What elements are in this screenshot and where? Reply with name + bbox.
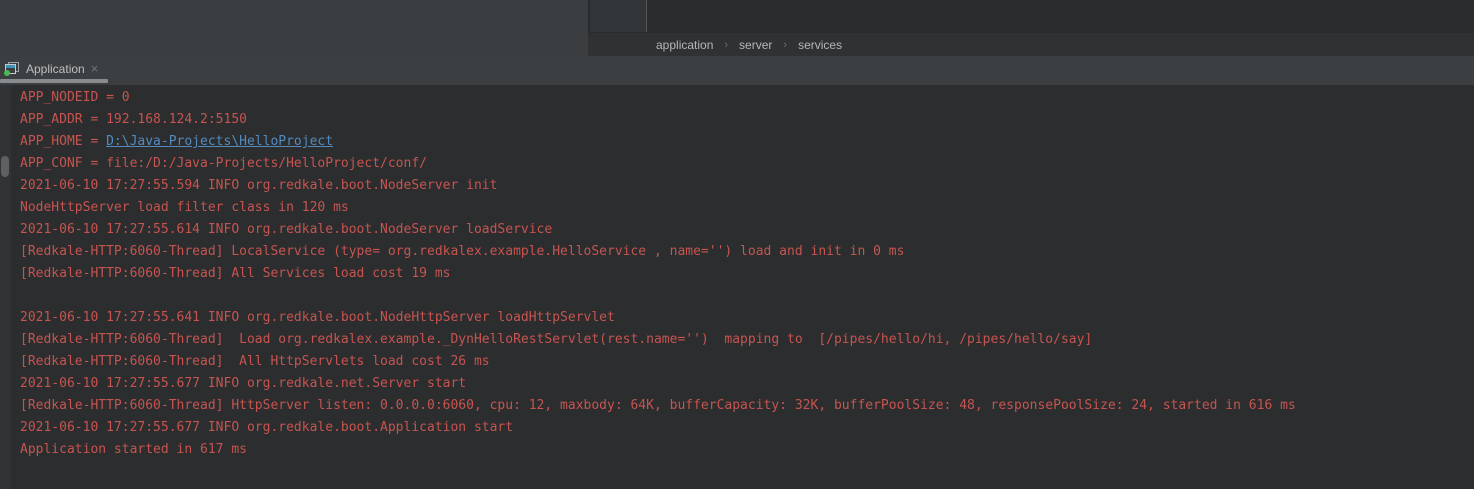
- left-scrollbar-thumb[interactable]: [1, 156, 9, 177]
- breadcrumb-item-server[interactable]: server: [739, 38, 772, 52]
- tab-label: Application: [26, 62, 85, 76]
- app-home-link[interactable]: D:\Java-Projects\HelloProject: [106, 134, 333, 149]
- console-tab-bar: Application ×: [0, 56, 1474, 85]
- console-line: APP_CONF = file:/D:/Java-Projects/HelloP…: [20, 153, 1474, 175]
- console-line: [Redkale-HTTP:6060-Thread] All HttpServl…: [20, 351, 1474, 373]
- breadcrumb: application › server › services: [588, 32, 1474, 56]
- console-line: [Redkale-HTTP:6060-Thread] All Services …: [20, 263, 1474, 285]
- tab-application[interactable]: Application ×: [0, 56, 108, 85]
- console-line: Application started in 617 ms: [20, 439, 1474, 461]
- console-log: APP_NODEID = 0APP_ADDR = 192.168.124.2:5…: [20, 87, 1474, 461]
- console-line: APP_NODEID = 0: [20, 87, 1474, 109]
- console-line-prefix: APP_HOME =: [20, 134, 106, 149]
- console-line: 2021-06-10 17:27:55.677 INFO org.redkale…: [20, 373, 1474, 395]
- console-gutter: [0, 85, 11, 489]
- editor-gutter-corner: [590, 0, 647, 32]
- console-line: APP_ADDR = 192.168.124.2:5150: [20, 109, 1474, 131]
- editor-top-area: application › server › services: [588, 0, 1474, 56]
- console-line: [Redkale-HTTP:6060-Thread] HttpServer li…: [20, 395, 1474, 417]
- console-line: NodeHttpServer load filter class in 120 …: [20, 197, 1474, 219]
- breadcrumb-item-services[interactable]: services: [798, 38, 842, 52]
- console-line: 2021-06-10 17:27:55.614 INFO org.redkale…: [20, 219, 1474, 241]
- empty-editor-panel: [0, 0, 588, 56]
- console-line: [Redkale-HTTP:6060-Thread] Load org.redk…: [20, 329, 1474, 351]
- breadcrumb-item-application[interactable]: application: [656, 38, 713, 52]
- console-line: 2021-06-10 17:27:55.677 INFO org.redkale…: [20, 417, 1474, 439]
- console-line: 2021-06-10 17:27:55.641 INFO org.redkale…: [20, 307, 1474, 329]
- breadcrumb-separator: ›: [724, 39, 728, 51]
- console-line: [20, 285, 1474, 307]
- console-line: [Redkale-HTTP:6060-Thread] LocalService …: [20, 241, 1474, 263]
- active-tab-indicator: [0, 79, 108, 83]
- close-icon[interactable]: ×: [91, 62, 99, 75]
- breadcrumb-separator: ›: [783, 39, 787, 51]
- console-line: APP_HOME = D:\Java-Projects\HelloProject: [20, 131, 1474, 153]
- run-console-icon: [4, 61, 20, 76]
- running-status-dot: [4, 70, 10, 76]
- console-line: 2021-06-10 17:27:55.594 INFO org.redkale…: [20, 175, 1474, 197]
- console-output-panel: APP_NODEID = 0APP_ADDR = 192.168.124.2:5…: [0, 85, 1474, 489]
